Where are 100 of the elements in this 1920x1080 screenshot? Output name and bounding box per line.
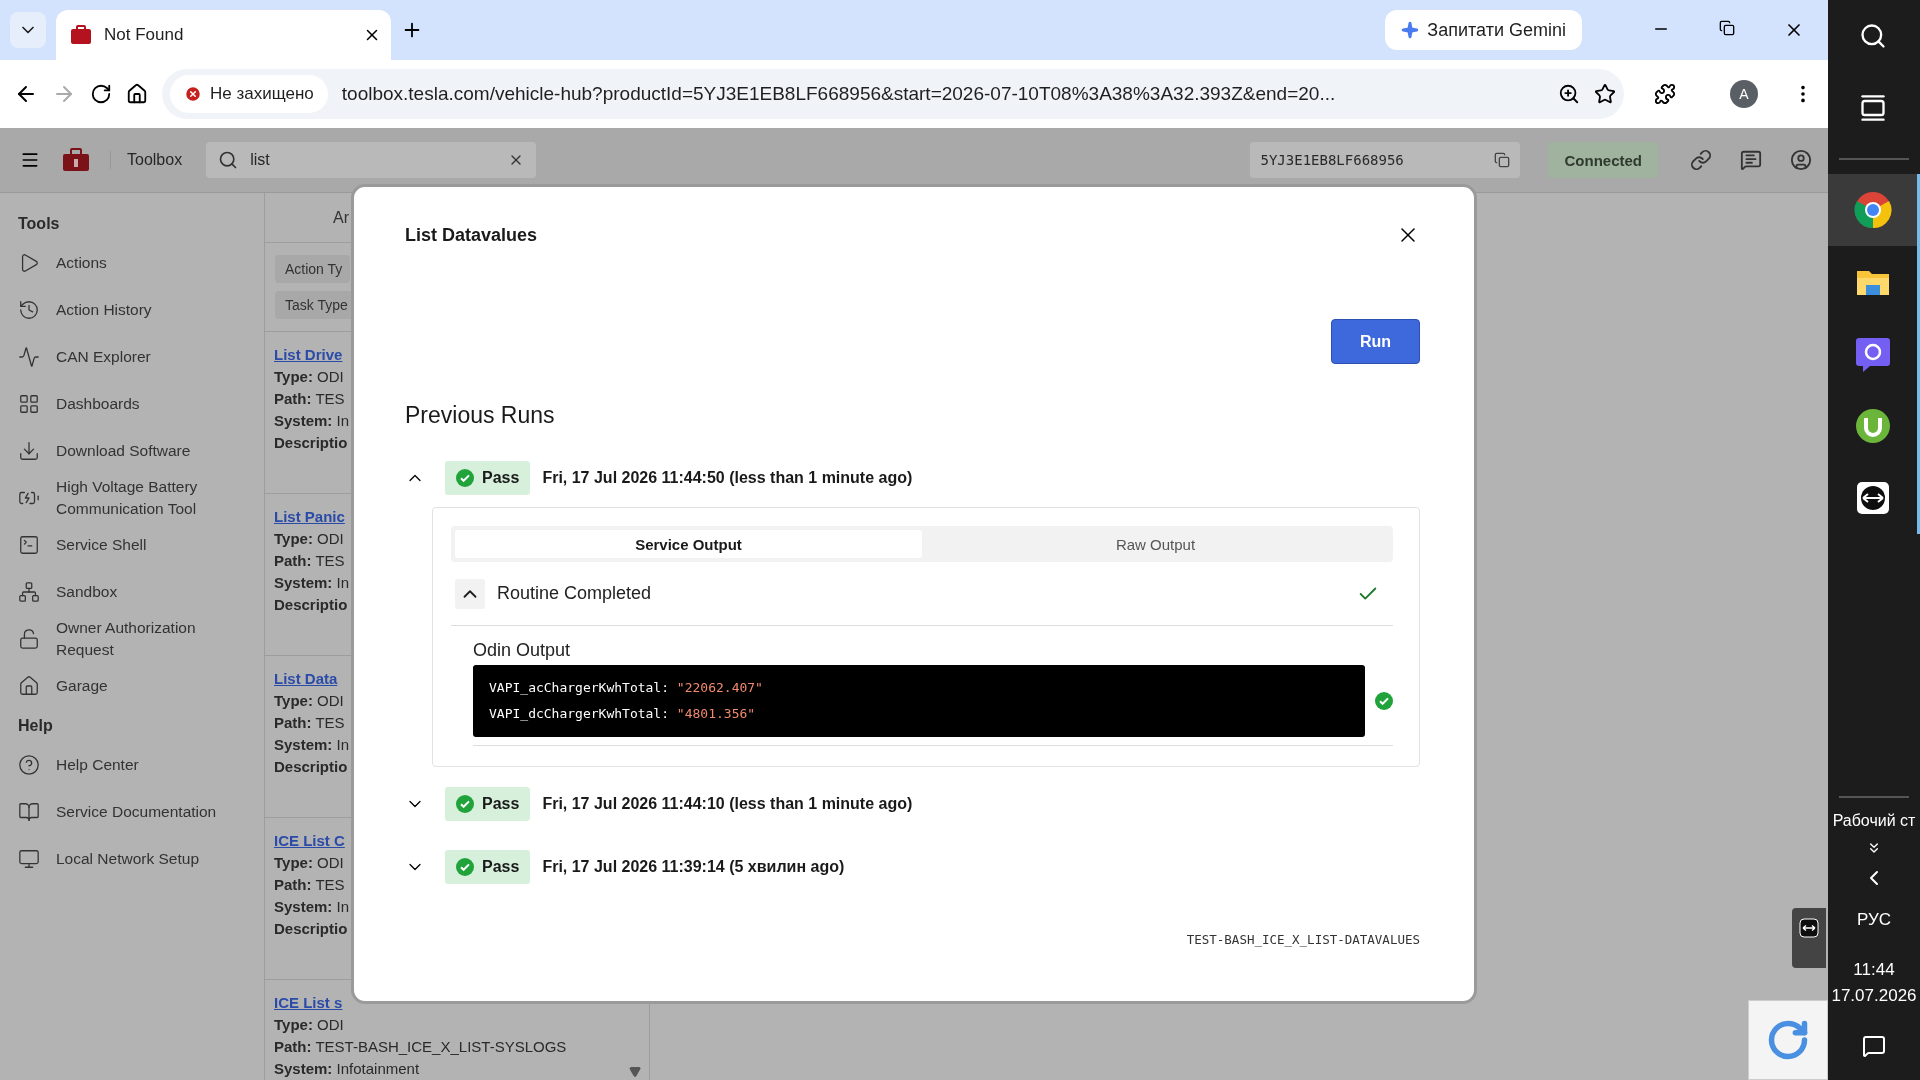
dialog-title: List Datavalues [405,224,538,246]
sidebar-item[interactable]: Service Shell [56,533,147,556]
monitor-icon [18,847,40,870]
network-icon [18,580,40,603]
action-link[interactable]: ICE List s [274,994,343,1011]
sidebar-item[interactable]: Sandbox [56,580,118,603]
torrent-app-icon[interactable] [1854,408,1891,444]
action-detail: Path: TES [274,876,345,893]
grid-icon [18,392,40,415]
filter-chip[interactable]: Action Ty [275,255,351,283]
feedback-icon[interactable] [1740,149,1762,171]
warning-icon [184,85,202,103]
output-tab[interactable]: Service Output [455,530,922,558]
code-output: VAPI_acChargerKwhTotal: "22062.407" VAPI_dcChargerKwhTotal: "4801.356" [473,665,1365,737]
action-path: TEST-BASH_ICE_X_LIST-DATAVALUES [1186,932,1420,947]
action-detail: Path: TES [274,552,345,569]
sidebar-item[interactable]: Download Software [56,439,191,462]
notifications-icon[interactable] [1862,1034,1886,1058]
search-input[interactable]: list [248,150,499,170]
scroll-down-icon[interactable] [629,1066,641,1078]
action-link[interactable]: ICE List C [274,832,345,849]
search-icon [218,150,239,170]
section-title: Help [18,716,54,736]
sparkle-icon [1401,21,1420,39]
action-detail: Type: ODI [274,530,344,547]
action-detail: Descriptio [274,920,348,937]
sidebar-item[interactable]: Help Center [56,753,139,776]
run-timestamp: Fri, 17 Jul 2026 11:44:10 (less than 1 minute ago) [542,795,913,813]
status-badge: Pass [445,461,531,495]
collapse-button[interactable] [455,578,485,609]
connection-status: Connected [1548,142,1658,178]
output-tab[interactable]: Raw Output [922,530,1389,558]
remote-tab-icon[interactable] [1792,908,1826,968]
language-indicator[interactable]: РУС [1856,910,1891,930]
profile-avatar[interactable]: A [1730,80,1758,108]
sidebar-item[interactable]: Garage [56,674,108,697]
copy-icon[interactable] [1494,152,1511,168]
action-detail: System: In [274,412,350,429]
desktop-label[interactable]: Рабочий ст [1832,812,1916,830]
remote-app-icon[interactable] [1855,481,1890,515]
sidebar-item[interactable]: Actions [56,251,107,274]
terminal-icon [18,533,40,556]
action-link[interactable]: List Drive [274,346,343,363]
toolbox-icon [70,25,92,45]
run-button[interactable]: Run [1331,319,1420,364]
action-detail: Descriptio [274,434,348,451]
bookmark-icon[interactable] [1594,83,1616,105]
reload-icon[interactable] [90,83,112,105]
clock-time[interactable]: 11:44 [1853,960,1895,980]
history-icon [18,298,40,321]
output-title: Odin Output [473,640,572,661]
toolbox-logo [62,148,90,172]
action-detail: System: In [274,898,350,915]
action-detail: Type: ODI [274,1016,344,1033]
sidebar-item[interactable]: High Voltage Battery Communication Tool [56,475,236,520]
menu-icon[interactable] [20,150,40,170]
action-detail: System: Infotainment [274,1060,420,1077]
status-badge: Pass [445,787,531,821]
action-detail: Descriptio [274,758,348,775]
clock-date[interactable]: 17.07.2026 [1831,986,1917,1006]
url-field[interactable]: toolbox.tesla.com/vehicle-hub?productId=5YJ3E1EB8LF668956&start=2026-07-10T08%3A38%3A32.393Z&end=20... [341,83,1544,105]
restore-icon[interactable] [1719,20,1735,36]
action-detail: Type: ODI [274,368,344,385]
check-circle-icon [456,795,474,813]
run-timestamp: Fri, 17 Jul 2026 11:39:14 (5 хвилин ago) [542,858,845,876]
run-timestamp: Fri, 17 Jul 2026 11:44:50 (less than 1 minute ago) [542,469,913,487]
sidebar-item[interactable]: Dashboards [56,392,140,415]
sidebar-item[interactable]: Action History [56,298,152,321]
tab-title: Not Found [104,25,185,45]
task-view-icon[interactable] [1858,94,1887,122]
sidebar-item[interactable]: Service Documentation [56,800,217,823]
help-icon [18,753,40,776]
account-icon[interactable] [1790,149,1812,171]
sidebar-item[interactable]: CAN Explorer [56,345,151,368]
zoom-icon[interactable] [1558,83,1580,105]
action-detail: Path: TES [274,390,345,407]
section-title: Tools [18,214,61,234]
search-field[interactable]: list [206,142,537,178]
sidebar-item[interactable]: Local Network Setup [56,847,200,870]
action-detail: Path: TEST-BASH_ICE_X_LIST-SYSLOGS [274,1038,567,1055]
action-detail: System: In [274,574,350,591]
home-icon[interactable] [126,83,148,105]
check-circle-icon [456,858,474,876]
action-link[interactable]: List Panic [274,508,345,525]
link-icon[interactable] [1690,149,1712,171]
section-heading: Previous Runs [405,402,556,429]
action-link[interactable]: List Data [274,670,338,687]
column-header: Ar [333,208,349,227]
sidebar-item[interactable]: Owner Authorization Request [56,616,236,661]
extensions-icon[interactable] [1654,83,1676,105]
browser-icon[interactable] [1853,191,1892,229]
gemini-button[interactable]: Запитати Gemini [1385,10,1582,50]
action-detail: Type: ODI [274,692,344,709]
chat-app-icon[interactable] [1854,335,1891,373]
action-detail: Path: TES [274,714,345,731]
search-icon[interactable] [1858,22,1887,50]
action-detail: Type: ODI [274,854,344,871]
security-chip[interactable]: Не захищено [170,75,328,113]
house-icon [18,674,40,697]
browser-tab[interactable]: Not Found [56,10,391,60]
